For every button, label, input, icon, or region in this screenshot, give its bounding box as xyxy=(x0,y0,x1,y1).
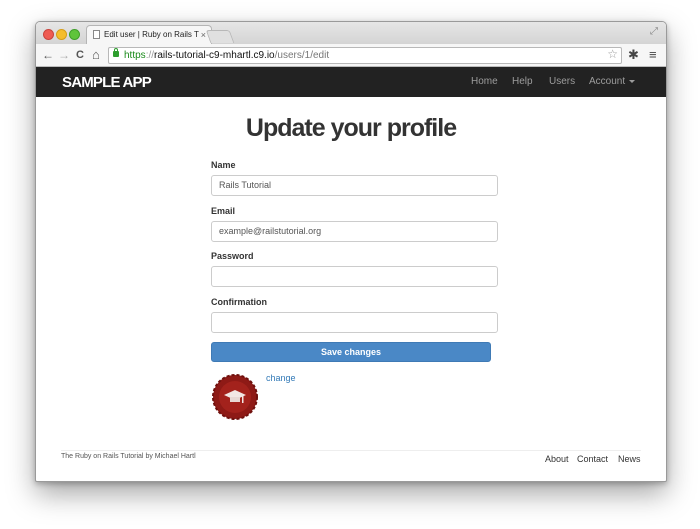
nav-users[interactable]: Users xyxy=(549,76,575,87)
browser-tab[interactable]: Edit user | Ruby on Rails Tutorial × xyxy=(86,25,212,45)
page-title: Update your profile xyxy=(245,114,457,142)
email-field[interactable]: example@railstutorial.org xyxy=(211,221,498,242)
url-separator: :// xyxy=(145,50,155,61)
tab-close-icon[interactable]: × xyxy=(201,26,206,44)
browser-toolbar: ← → C ⌂ https://rails-tutorial-c9-mhartl… xyxy=(36,44,666,67)
tutorial-link[interactable]: Ruby on Rails Tutorial xyxy=(75,453,143,460)
address-bar[interactable]: https://rails-tutorial-c9-mhartl.c9.io/u… xyxy=(108,47,622,64)
nav-account[interactable]: Account xyxy=(589,76,636,87)
document-icon xyxy=(93,30,100,39)
settings-icon[interactable]: ✱ xyxy=(628,47,639,63)
site-logo[interactable]: SAMPLE APP xyxy=(62,74,152,91)
save-changes-button[interactable]: Save changes xyxy=(211,342,491,362)
footer-credit: The Ruby on Rails Tutorial by Michael Ha… xyxy=(61,453,196,460)
footer-text-by: by xyxy=(143,453,155,460)
nav-help[interactable]: Help xyxy=(512,76,533,87)
footer-contact[interactable]: Contact xyxy=(577,454,608,464)
reload-icon[interactable]: C xyxy=(76,47,84,63)
zoom-window-button[interactable] xyxy=(69,29,80,40)
tab-strip: Edit user | Ruby on Rails Tutorial × ⤢ xyxy=(36,22,666,45)
name-label: Name xyxy=(211,160,236,170)
url-text: https://rails-tutorial-c9-mhartl.c9.io/u… xyxy=(124,48,329,63)
home-icon[interactable]: ⌂ xyxy=(92,47,100,63)
footer-news[interactable]: News xyxy=(618,454,641,464)
nav-home[interactable]: Home xyxy=(471,76,498,87)
email-label: Email xyxy=(211,206,236,216)
confirmation-field[interactable] xyxy=(211,312,498,333)
author-link[interactable]: Michael Hartl xyxy=(155,453,196,460)
confirmation-label: Confirmation xyxy=(211,297,267,307)
tab-title: Edit user | Ruby on Rails Tutorial xyxy=(104,30,199,39)
fullscreen-icon[interactable]: ⤢ xyxy=(650,26,658,37)
site-navbar: SAMPLE APP Home Help Users Account xyxy=(36,67,666,97)
back-icon[interactable]: ← xyxy=(42,47,54,63)
url-host: rails-tutorial-c9-mhartl.c9.io xyxy=(154,50,275,61)
footer-divider xyxy=(61,450,641,451)
forward-icon[interactable]: → xyxy=(58,47,70,63)
menu-icon[interactable]: ≡ xyxy=(649,47,657,63)
password-field[interactable] xyxy=(211,266,498,287)
nav-account-label: Account xyxy=(589,76,626,87)
browser-window: Edit user | Ruby on Rails Tutorial × ⤢ ←… xyxy=(35,21,667,482)
url-scheme: https xyxy=(124,50,146,61)
footer-text-start: The xyxy=(61,453,76,460)
lock-icon xyxy=(113,48,119,57)
minimize-window-button[interactable] xyxy=(56,29,67,40)
change-avatar-link[interactable]: change xyxy=(266,373,296,383)
footer-about[interactable]: About xyxy=(545,454,569,464)
caret-down-icon xyxy=(629,79,636,83)
avatar xyxy=(212,374,258,420)
name-field[interactable]: Rails Tutorial xyxy=(211,175,498,196)
new-tab-button[interactable] xyxy=(205,30,235,43)
close-window-button[interactable] xyxy=(43,29,54,40)
url-path: /users/1/edit xyxy=(274,50,330,61)
bookmark-star-icon[interactable]: ☆ xyxy=(607,47,618,62)
password-label: Password xyxy=(211,251,254,261)
